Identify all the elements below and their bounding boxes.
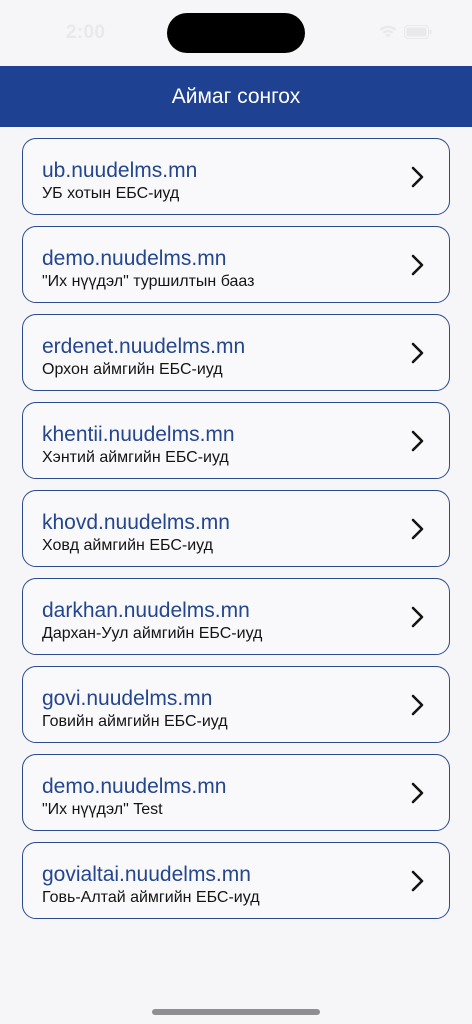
status-icons [378, 24, 432, 39]
page-title: Аймаг сонгох [171, 84, 301, 108]
server-description: Дархан-Уул аймгийн ЕБС-иуд [42, 625, 263, 642]
wifi-icon [378, 24, 398, 39]
server-card[interactable]: khovd.nuudelms.mn Ховд аймгийн ЕБС-иуд [22, 490, 450, 567]
chevron-right-icon [411, 870, 425, 892]
server-domain: govi.nuudelms.mn [42, 687, 213, 710]
server-domain: govialtai.nuudelms.mn [42, 863, 251, 886]
server-description: Говийн аймгийн ЕБС-иуд [42, 713, 228, 730]
server-card[interactable]: demo.nuudelms.mn "Их нүүдэл" туршилтын б… [22, 226, 450, 303]
server-domain: erdenet.nuudelms.mn [42, 335, 246, 358]
server-domain: demo.nuudelms.mn [42, 247, 227, 270]
server-card[interactable]: govi.nuudelms.mn Говийн аймгийн ЕБС-иуд [22, 666, 450, 743]
battery-icon [404, 24, 432, 39]
server-description: Говь-Алтай аймгийн ЕБС-иуд [42, 889, 260, 906]
chevron-right-icon [411, 342, 425, 364]
server-list: ub.nuudelms.mn УБ хотын ЕБС-иуд demo.nuu… [22, 138, 450, 930]
chevron-right-icon [411, 782, 425, 804]
server-card[interactable]: ub.nuudelms.mn УБ хотын ЕБС-иуд [22, 138, 450, 215]
chevron-right-icon [411, 518, 425, 540]
server-domain: khovd.nuudelms.mn [42, 511, 230, 534]
server-domain: demo.nuudelms.mn [42, 775, 227, 798]
header-bar: Аймаг сонгох [0, 66, 472, 127]
server-description: Орхон аймгийн ЕБС-иуд [42, 361, 223, 378]
server-description: УБ хотын ЕБС-иуд [42, 185, 180, 202]
server-card[interactable]: demo.nuudelms.mn "Их нүүдэл" Test [22, 754, 450, 831]
server-card[interactable]: darkhan.nuudelms.mn Дархан-Уул аймгийн Е… [22, 578, 450, 655]
chevron-right-icon [411, 606, 425, 628]
server-domain: darkhan.nuudelms.mn [42, 599, 250, 622]
status-bar: 2:00 [0, 0, 472, 66]
server-card[interactable]: erdenet.nuudelms.mn Орхон аймгийн ЕБС-иу… [22, 314, 450, 391]
server-description: "Их нүүдэл" туршилтын бааз [42, 273, 255, 290]
dynamic-island [167, 13, 305, 53]
server-card[interactable]: govialtai.nuudelms.mn Говь-Алтай аймгийн… [22, 842, 450, 919]
server-description: Хэнтий аймгийн ЕБС-иуд [42, 449, 229, 466]
chevron-right-icon [411, 166, 425, 188]
chevron-right-icon [411, 254, 425, 276]
chevron-right-icon [411, 430, 425, 452]
server-domain: khentii.nuudelms.mn [42, 423, 235, 446]
server-description: Ховд аймгийн ЕБС-иуд [42, 537, 213, 554]
server-domain: ub.nuudelms.mn [42, 159, 198, 182]
chevron-right-icon [411, 694, 425, 716]
server-description: "Их нүүдэл" Test [42, 801, 163, 818]
home-indicator[interactable] [152, 1009, 320, 1015]
status-time: 2:00 [66, 22, 106, 43]
server-card[interactable]: khentii.nuudelms.mn Хэнтий аймгийн ЕБС-и… [22, 402, 450, 479]
